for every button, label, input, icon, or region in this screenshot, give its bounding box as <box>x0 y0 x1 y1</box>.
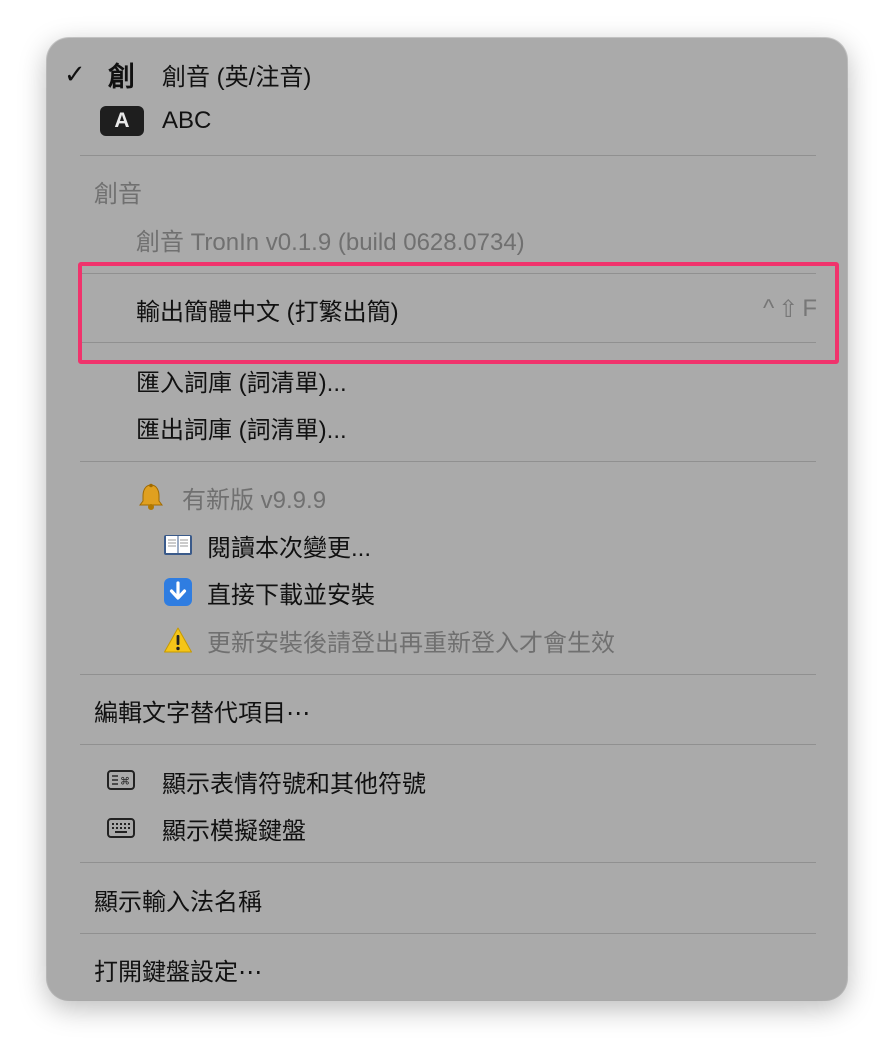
update-available-label: 有新版 v9.9.9 <box>182 486 327 514</box>
show-input-source-name-label: 顯示輸入法名稱 <box>94 888 262 916</box>
abc-input-icon: A <box>100 106 144 136</box>
edit-text-replacements-label: 編輯文字替代項目⋯ <box>94 699 310 727</box>
svg-text:⌘: ⌘ <box>120 777 130 788</box>
section-title-label: 創音 <box>94 180 142 208</box>
separator <box>80 674 816 675</box>
show-keyboard-viewer-item[interactable]: 顯示模擬鍵盤 <box>47 805 847 851</box>
open-book-icon <box>163 530 193 560</box>
checkmark-icon: ✓ <box>64 58 86 89</box>
edit-text-replacements-item[interactable]: 編輯文字替代項目⋯ <box>47 687 847 733</box>
separator <box>80 155 816 156</box>
warning-icon <box>163 625 193 655</box>
version-info: 創音 TronIn v0.1.9 (build 0628.0734) <box>47 216 847 262</box>
input-source-abc-label: ABC <box>162 107 212 134</box>
version-info-label: 創音 TronIn v0.1.9 (build 0628.0734) <box>136 228 525 256</box>
down-arrow-icon <box>163 577 193 607</box>
read-changes-item[interactable]: 閱讀本次變更... <box>47 522 847 568</box>
bell-icon <box>136 482 166 512</box>
open-keyboard-settings-label: 打開鍵盤設定⋯ <box>94 958 262 986</box>
section-title: 創音 <box>47 168 847 214</box>
download-install-label: 直接下載並安裝 <box>207 581 375 609</box>
emoji-symbols-icon: ⌘ <box>107 770 135 790</box>
show-keyboard-viewer-label: 顯示模擬鍵盤 <box>162 817 306 845</box>
separator <box>80 933 816 934</box>
input-source-abc[interactable]: A ABC <box>47 98 847 144</box>
update-warning-label: 更新安裝後請登出再重新登入才會生效 <box>207 629 615 657</box>
input-source-chuang[interactable]: ✓ 創 創音 (英/注音) <box>47 51 847 97</box>
read-changes-label: 閱讀本次變更... <box>207 534 372 562</box>
keyboard-icon <box>107 818 135 838</box>
input-source-chuang-label: 創音 (英/注音) <box>162 63 312 91</box>
download-install-item[interactable]: 直接下載並安裝 <box>47 569 847 615</box>
update-available-item: 有新版 v9.9.9 <box>47 474 847 520</box>
input-menu: ✓ 創 創音 (英/注音) A ABC 創音 創音 TronIn v0.1.9 … <box>47 38 847 1000</box>
separator <box>80 461 816 462</box>
chuang-input-icon: 創 <box>108 61 135 92</box>
export-dictionary-label: 匯出詞庫 (詞清單)... <box>136 416 347 444</box>
import-dictionary-label: 匯入詞庫 (詞清單)... <box>136 369 347 397</box>
separator <box>80 862 816 863</box>
show-emoji-symbols-label: 顯示表情符號和其他符號 <box>162 770 426 798</box>
update-warning-item: 更新安裝後請登出再重新登入才會生效 <box>47 617 847 663</box>
show-input-source-name-item[interactable]: 顯示輸入法名稱 <box>47 876 847 922</box>
separator <box>80 744 816 745</box>
open-keyboard-settings-item[interactable]: 打開鍵盤設定⋯ <box>47 946 847 992</box>
export-dictionary-item[interactable]: 匯出詞庫 (詞清單)... <box>47 404 847 450</box>
highlight-annotation <box>78 262 839 364</box>
show-emoji-symbols-item[interactable]: ⌘ 顯示表情符號和其他符號 <box>47 758 847 804</box>
